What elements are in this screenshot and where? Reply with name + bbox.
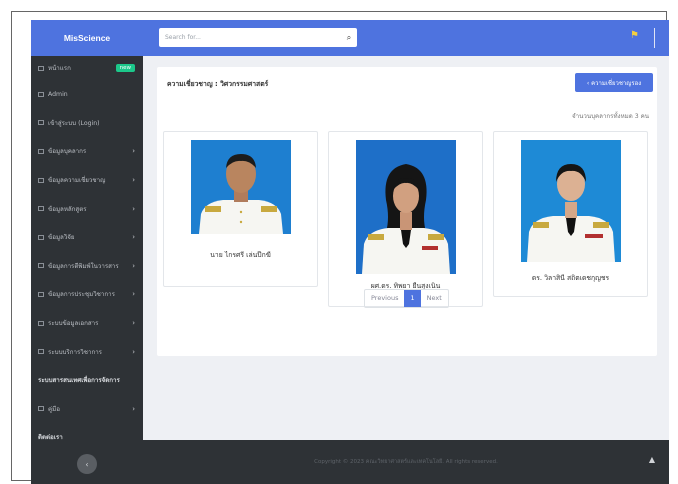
chevron-right-icon: › bbox=[132, 290, 135, 299]
sidebar-item-label: คู่มือ bbox=[48, 405, 60, 413]
sidebar-item-documents[interactable]: ระบบข้อมูลเอกสาร › bbox=[31, 309, 143, 338]
bell-icon[interactable]: ⚑ bbox=[630, 30, 639, 41]
search-box: ⌕ bbox=[159, 28, 357, 47]
sidebar-item-publication[interactable]: ข้อมูลการตีพิมพ์ในวารสาร › bbox=[31, 252, 143, 281]
copyright-text: Copyright © 2023 คณะวิทยาศาสตร์และเทคโนโ… bbox=[314, 459, 498, 465]
publication-icon bbox=[38, 263, 44, 269]
search-icon[interactable]: ⌕ bbox=[341, 33, 357, 43]
sidebar-item-manual[interactable]: คู่มือ › bbox=[31, 395, 143, 424]
chevron-right-icon: › bbox=[132, 204, 135, 213]
person-photo bbox=[191, 140, 291, 234]
sidebar-toggle-area: ‹ bbox=[31, 444, 143, 484]
pagination-page-1[interactable]: 1 bbox=[404, 290, 421, 307]
research-icon bbox=[38, 234, 44, 240]
personnel-icon bbox=[38, 148, 44, 154]
expertise-icon bbox=[38, 177, 44, 183]
curriculum-icon bbox=[38, 206, 44, 212]
login-icon bbox=[38, 120, 44, 126]
sidebar-item-academic-service[interactable]: ระบบบริการวิชาการ › bbox=[31, 337, 143, 366]
pagination-next[interactable]: Next bbox=[421, 290, 448, 307]
pagination: Previous 1 Next bbox=[364, 289, 449, 308]
scroll-top-icon[interactable]: ▲ bbox=[649, 455, 655, 464]
chevron-right-icon: › bbox=[132, 176, 135, 185]
sidebar-toggle-button[interactable]: ‹ bbox=[77, 454, 97, 474]
sidebar-item-label: ข้อมูลวิจัย bbox=[48, 234, 75, 242]
sidebar-item-conference[interactable]: ข้อมูลการประชุมวิชาการ › bbox=[31, 280, 143, 309]
conference-icon bbox=[38, 291, 44, 297]
sidebar-item-login[interactable]: เข้าสู่ระบบ (Login) bbox=[31, 109, 143, 138]
sidebar-item-label: ระบบบริการวิชาการ bbox=[48, 348, 102, 356]
pagination-previous[interactable]: Previous bbox=[365, 290, 404, 307]
documents-icon bbox=[38, 320, 44, 326]
personnel-count: จำนวนบุคลากรทั้งหมด 3 คน bbox=[572, 113, 649, 120]
sidebar-item-research[interactable]: ข้อมูลวิจัย › bbox=[31, 223, 143, 252]
sidebar-item-home[interactable]: หน้าแรก new bbox=[31, 56, 143, 80]
expertise-card: ความเชี่ยวชาญ : วิศวกรรมศาสตร์ ‹ ความเชี… bbox=[157, 67, 657, 356]
sidebar-item-admin[interactable]: Admin bbox=[31, 80, 143, 109]
person-photo bbox=[356, 140, 456, 274]
search-input[interactable] bbox=[159, 28, 341, 47]
person-card[interactable]: ดร. วิลาสินี สถิตเดชกุญชร bbox=[493, 131, 648, 297]
app-window: MisScience หน้าแรก new Admin เข้าสู่ระบบ… bbox=[31, 20, 669, 484]
page-title: ความเชี่ยวชาญ : วิศวกรรมศาสตร์ bbox=[167, 80, 269, 88]
brand-logo[interactable]: MisScience bbox=[31, 20, 143, 56]
chevron-right-icon: › bbox=[132, 319, 135, 328]
home-icon bbox=[38, 65, 44, 71]
secondary-expertise-button[interactable]: ‹ ความเชี่ยวชาญรอง bbox=[575, 73, 653, 92]
admin-icon bbox=[38, 91, 44, 97]
person-name: นาย ไกรศรี เล่นป๊กฆี bbox=[210, 251, 271, 259]
sidebar-item-expertise[interactable]: ข้อมูลความเชี่ยวชาญ › bbox=[31, 166, 143, 195]
sidebar-item-label: ข้อมูลความเชี่ยวชาญ bbox=[48, 177, 106, 185]
footer: Copyright © 2023 คณะวิทยาศาสตร์และเทคโนโ… bbox=[143, 440, 669, 484]
chevron-right-icon: › bbox=[132, 261, 135, 270]
sidebar-item-label: Admin bbox=[48, 90, 68, 98]
sidebar-heading-label: ระบบสารสนเทศเพื่อการจัดการ bbox=[38, 377, 120, 385]
sidebar: MisScience หน้าแรก new Admin เข้าสู่ระบบ… bbox=[31, 20, 143, 484]
main-content: ความเชี่ยวชาญ : วิศวกรรมศาสตร์ ‹ ความเชี… bbox=[143, 56, 669, 440]
chevron-right-icon: › bbox=[132, 347, 135, 356]
new-badge: new bbox=[115, 64, 135, 72]
sidebar-item-label: เข้าสู่ระบบ (Login) bbox=[48, 119, 100, 127]
sidebar-item-label: ระบบข้อมูลเอกสาร bbox=[48, 320, 99, 328]
sidebar-item-label: ข้อมูลการประชุมวิชาการ bbox=[48, 291, 115, 299]
person-name: ดร. วิลาสินี สถิตเดชกุญชร bbox=[531, 274, 610, 282]
manual-icon bbox=[38, 406, 44, 412]
service-icon bbox=[38, 349, 44, 355]
sidebar-item-label: ข้อมูลหลักสูตร bbox=[48, 205, 87, 213]
sidebar-item-label: ข้อมูลการตีพิมพ์ในวารสาร bbox=[48, 262, 119, 270]
chevron-right-icon: › bbox=[132, 404, 135, 413]
sidebar-item-label: หน้าแรก bbox=[48, 65, 71, 72]
chevron-right-icon: › bbox=[132, 147, 135, 156]
sidebar-heading-mis: ระบบสารสนเทศเพื่อการจัดการ bbox=[31, 366, 143, 395]
sidebar-item-label: ข้อมูลบุคลากร bbox=[48, 148, 87, 156]
person-photo bbox=[521, 140, 621, 262]
sidebar-item-personnel[interactable]: ข้อมูลบุคลากร › bbox=[31, 137, 143, 166]
person-card[interactable]: ผศ.ดร. ทิพยา ยืนสุงเนิน bbox=[328, 131, 483, 307]
sidebar-item-label: ติดต่อเรา bbox=[38, 434, 63, 442]
topbar-divider bbox=[654, 28, 655, 48]
chevron-right-icon: › bbox=[132, 233, 135, 242]
sidebar-item-curriculum[interactable]: ข้อมูลหลักสูตร › bbox=[31, 194, 143, 223]
person-card[interactable]: นาย ไกรศรี เล่นป๊กฆี bbox=[163, 131, 318, 287]
topbar: ⌕ ⚑ bbox=[143, 20, 669, 56]
